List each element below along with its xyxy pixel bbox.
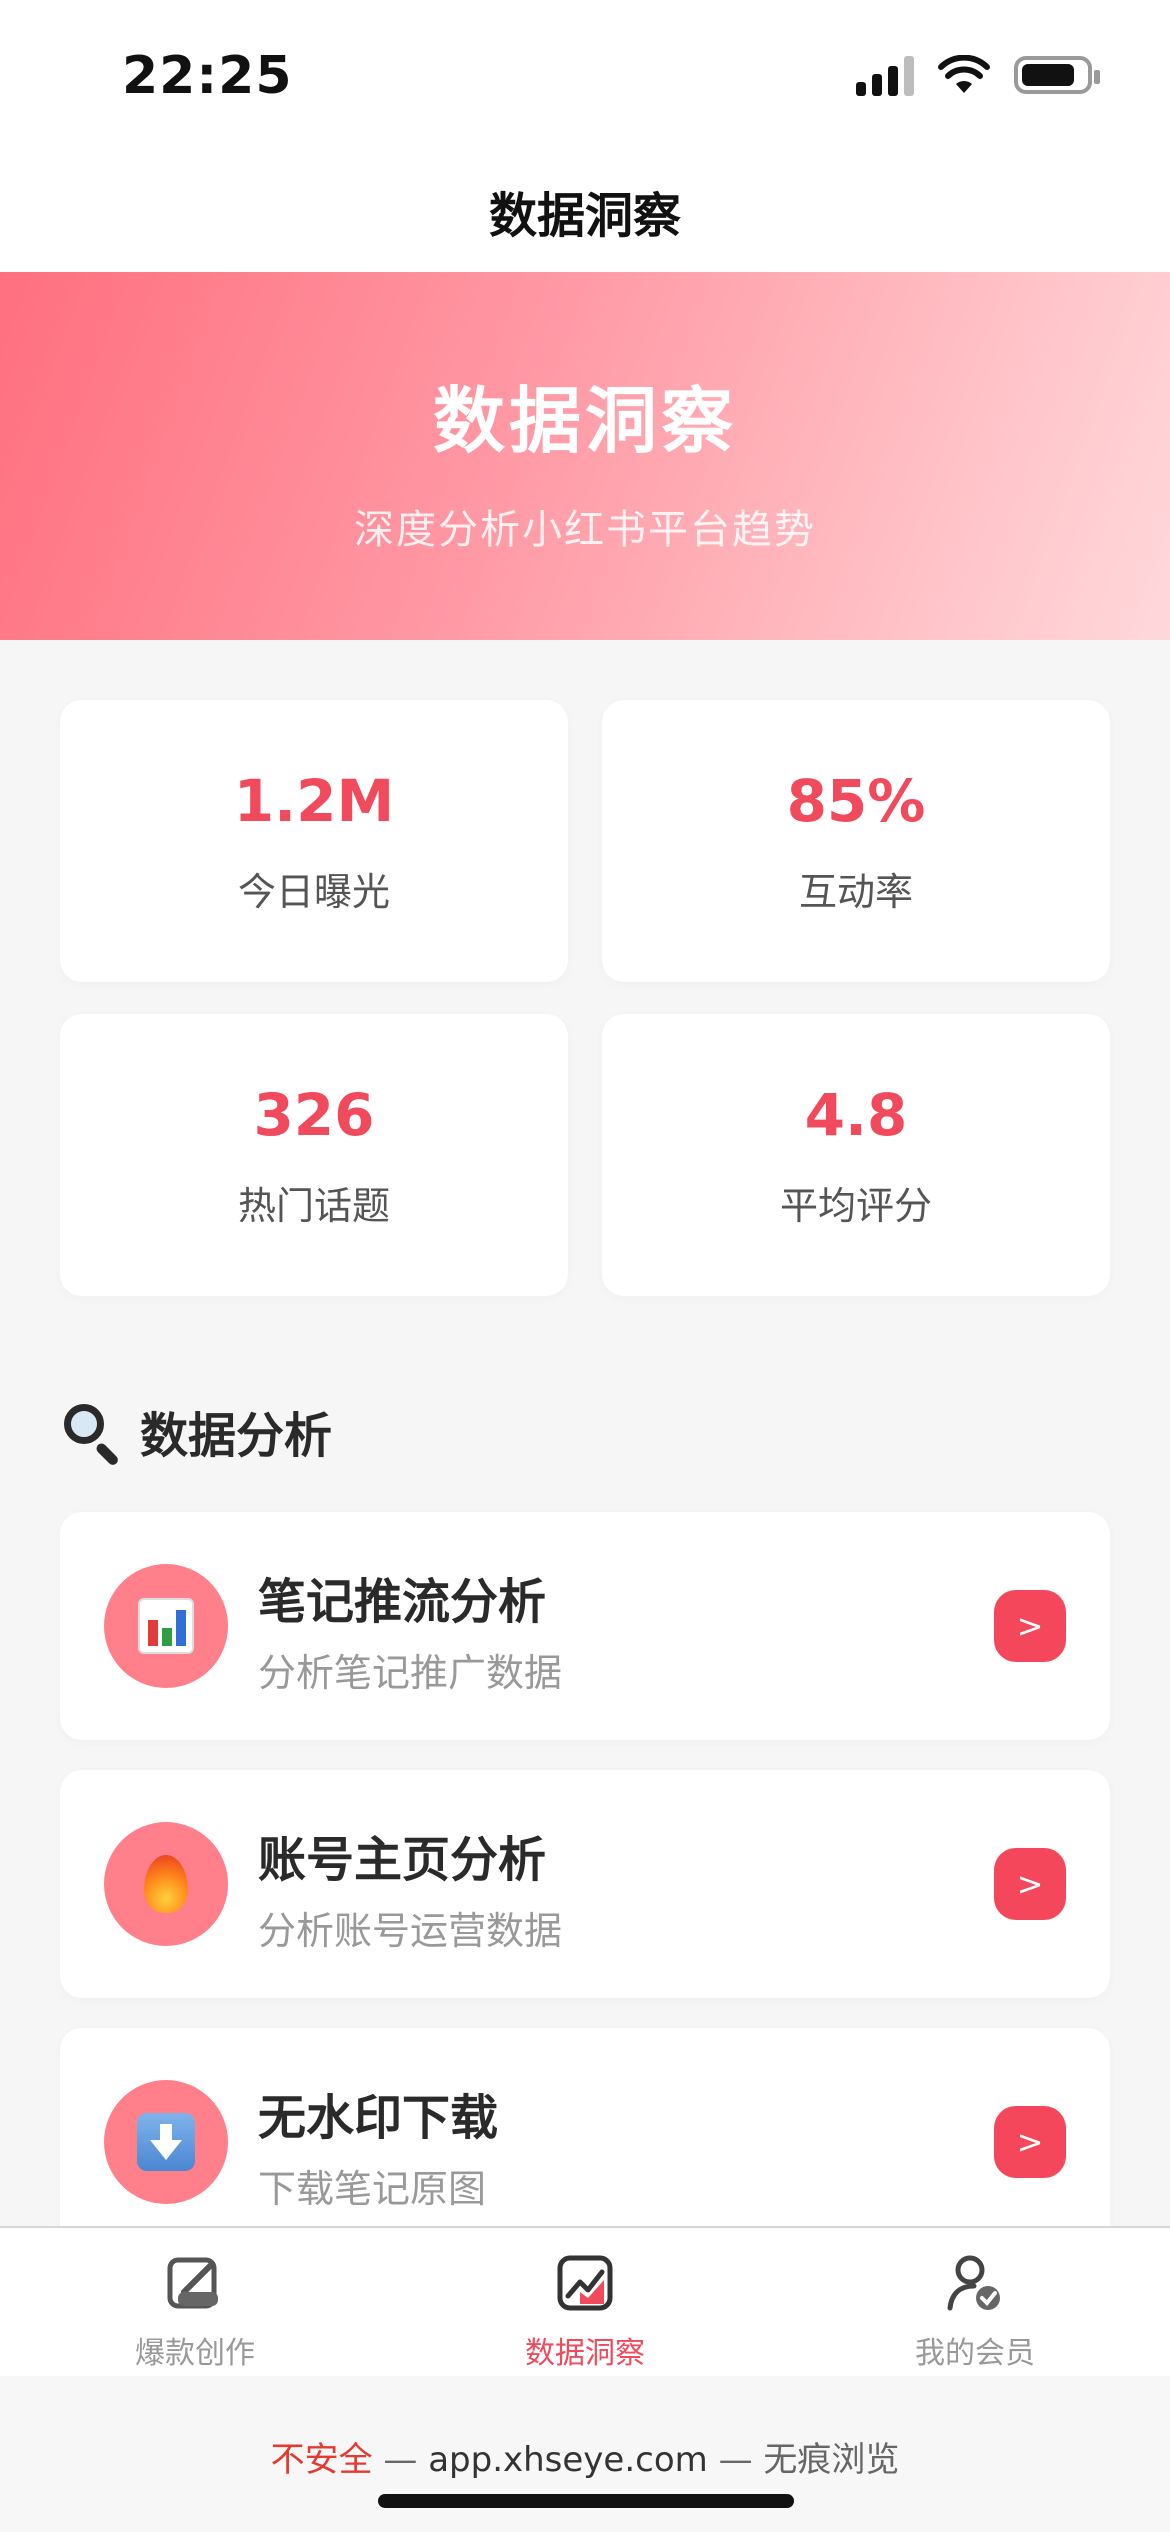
chart-icon <box>557 2255 613 2311</box>
page-title: 数据洞察 <box>488 188 681 244</box>
bar-chart-icon <box>138 1598 194 1654</box>
tab-label: 我的会员 <box>915 2336 1035 2371</box>
url-text: 不安全 — app.xhseye.com — 无痕浏览 <box>271 2432 900 2532</box>
list-item-download[interactable]: 无水印下载 下载笔记原图 > <box>60 2028 1110 2256</box>
status-time: 22:25 <box>122 46 293 106</box>
item-title: 笔记推流分析 <box>258 1574 547 1630</box>
status-icons <box>856 54 1100 96</box>
fire-icon <box>144 1855 188 1913</box>
item-title: 无水印下载 <box>258 2090 499 2146</box>
item-title: 账号主页分析 <box>258 1832 547 1888</box>
stat-card-rating: 4.8 平均评分 <box>602 1014 1110 1296</box>
list-item-account-analysis[interactable]: 账号主页分析 分析账号运营数据 > <box>60 1770 1110 1998</box>
home-indicator[interactable] <box>378 2494 794 2508</box>
url-private-mode: 无痕浏览 <box>763 2440 900 2480</box>
stat-label: 平均评分 <box>779 1183 932 1228</box>
nav-bar: 数据洞察 <box>0 150 1170 272</box>
go-button[interactable]: > <box>994 1590 1066 1662</box>
battery-icon <box>1014 56 1100 94</box>
stat-value: 85% <box>786 766 926 835</box>
item-subtitle: 分析账号运营数据 <box>258 1909 563 1953</box>
cellular-signal-icon <box>856 54 914 96</box>
stat-card-engagement: 85% 互动率 <box>602 700 1110 982</box>
app-screen: 22:25 数据洞察 数据洞察 深度分析小红书平台趋势 1.2M 今日曝光 85… <box>0 0 1170 2532</box>
tab-create[interactable]: 爆款创作 <box>0 2228 390 2376</box>
item-icon-circle <box>104 2080 228 2204</box>
stat-value: 1.2M <box>233 766 395 835</box>
tab-insights[interactable]: 数据洞察 <box>390 2228 780 2376</box>
section-title: 数据分析 <box>140 1408 333 1464</box>
tab-label: 数据洞察 <box>525 2336 645 2371</box>
stat-label: 今日曝光 <box>237 869 390 914</box>
hero-banner: 数据洞察 深度分析小红书平台趋势 <box>0 272 1170 640</box>
stat-label: 互动率 <box>798 869 913 914</box>
browser-url-bar[interactable]: 不安全 — app.xhseye.com — 无痕浏览 <box>0 2376 1170 2532</box>
member-icon <box>947 2255 1000 2311</box>
item-icon-circle <box>104 1822 228 1946</box>
url-separator: — <box>383 2440 418 2480</box>
go-button[interactable]: > <box>994 1848 1066 1920</box>
download-icon <box>137 2113 195 2171</box>
tab-label: 爆款创作 <box>135 2336 255 2371</box>
magnifier-icon <box>60 1400 122 1467</box>
analysis-list: 笔记推流分析 分析笔记推广数据 > 账号主页分析 分析账号运营数据 > 无水印下… <box>60 1512 1110 2286</box>
stat-value: 4.8 <box>804 1080 908 1149</box>
stats-grid: 1.2M 今日曝光 85% 互动率 326 热门话题 4.8 平均评分 <box>60 700 1110 1296</box>
item-subtitle: 下载笔记原图 <box>258 2167 487 2211</box>
section-header: 数据分析 <box>60 1396 333 1467</box>
bottom-tab-bar: 爆款创作 数据洞察 我的会员 <box>0 2226 1170 2376</box>
list-item-note-analysis[interactable]: 笔记推流分析 分析笔记推广数据 > <box>60 1512 1110 1740</box>
stat-card-exposure: 1.2M 今日曝光 <box>60 700 568 982</box>
go-button[interactable]: > <box>994 2106 1066 2178</box>
hero-title: 数据洞察 <box>432 379 737 463</box>
item-icon-circle <box>104 1564 228 1688</box>
item-subtitle: 分析笔记推广数据 <box>258 1651 563 1695</box>
wifi-icon <box>938 55 990 93</box>
url-domain: app.xhseye.com <box>428 2440 708 2480</box>
tab-membership[interactable]: 我的会员 <box>780 2228 1170 2376</box>
stat-card-topics: 326 热门话题 <box>60 1014 568 1296</box>
stat-label: 热门话题 <box>237 1183 390 1228</box>
url-separator: — <box>718 2440 753 2480</box>
stat-value: 326 <box>253 1080 375 1149</box>
url-security-warning: 不安全 <box>270 2440 373 2480</box>
status-bar: 22:25 <box>0 0 1170 150</box>
create-icon <box>167 2257 218 2309</box>
hero-subtitle: 深度分析小红书平台趋势 <box>354 507 816 553</box>
